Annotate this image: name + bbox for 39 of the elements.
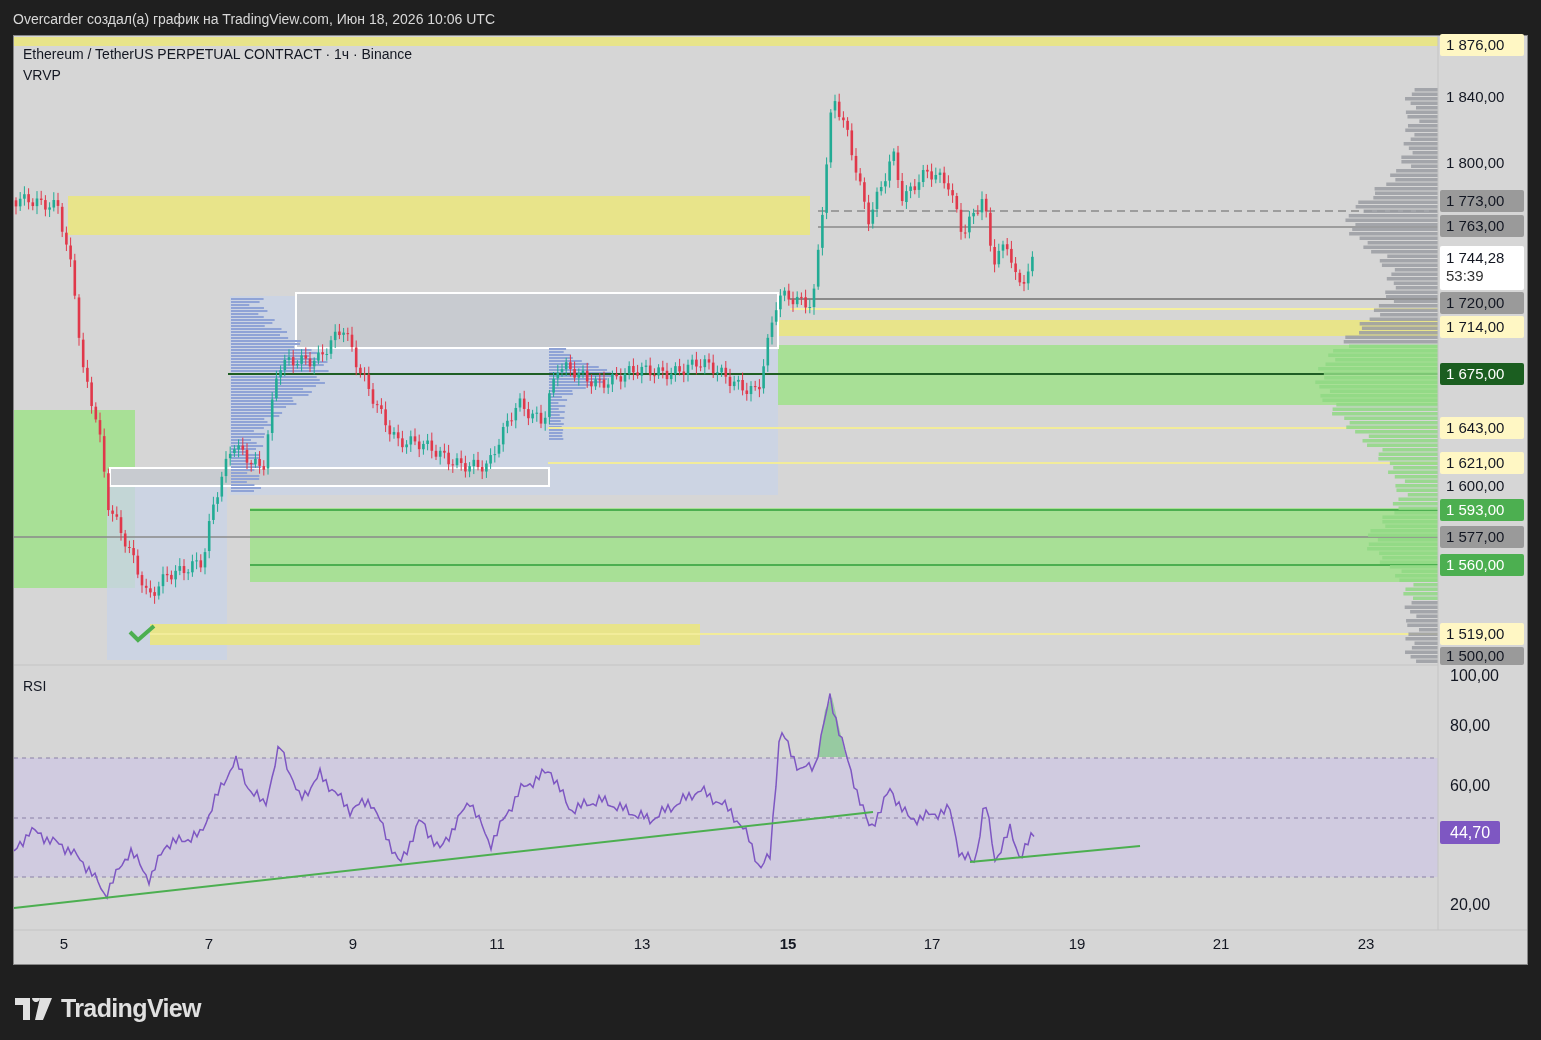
logo-text: TradingView	[61, 993, 201, 1024]
time-label: 17	[922, 935, 942, 953]
price-label: 1 800,00	[1446, 154, 1505, 172]
price-badge: 1 720,00	[1440, 292, 1524, 314]
time-label: 13	[632, 935, 652, 953]
price-badge: 1 593,00	[1440, 499, 1524, 521]
time-label: 19	[1067, 935, 1087, 953]
time-label: 11	[488, 935, 506, 953]
price-badge: 1 773,00	[1440, 190, 1524, 212]
price-badge: 1 714,00	[1440, 316, 1524, 338]
time-label: 15	[778, 935, 798, 953]
logo-icon	[15, 997, 53, 1020]
price-badge: 1 577,00	[1440, 526, 1524, 548]
time-label: 21	[1211, 935, 1231, 953]
price-badge: 1 763,00	[1440, 215, 1524, 237]
rsi-label: 80,00	[1450, 717, 1491, 735]
time-label: 7	[203, 935, 215, 953]
symbol-title: Ethereum / TetherUS PERPETUAL CONTRACT · 1ч · Binance	[23, 45, 413, 64]
price-badge: 1 876,00	[1440, 34, 1524, 56]
price-badge: 1 500,00	[1440, 647, 1524, 665]
time-label: 9	[347, 935, 359, 953]
price-label: 1 840,00	[1446, 88, 1505, 106]
rsi-label: 100,00	[1450, 667, 1499, 685]
price-badge: 1 519,00	[1440, 623, 1524, 645]
price-badge: 1 643,00	[1440, 417, 1524, 439]
rsi-label: 20,00	[1450, 896, 1491, 914]
rsi-value-badge: 44,70	[1440, 821, 1501, 844]
chart-caption: Overcarder создал(а) график на TradingView.com, Июн 18, 2026 10:06 UTC	[13, 10, 496, 29]
indicator-label: VRVP	[23, 66, 61, 85]
overbought-fill	[818, 697, 846, 757]
price-badge: 1 560,00	[1440, 554, 1524, 576]
time-label: 23	[1356, 935, 1376, 953]
price-badge: 1 744,28 53:39	[1440, 246, 1524, 290]
rsi-title: RSI	[23, 677, 47, 696]
rsi-label: 60,00	[1450, 777, 1491, 795]
price-badge: 1 675,00	[1440, 363, 1524, 385]
time-label: 5	[58, 935, 70, 953]
price-badge: 1 621,00	[1440, 452, 1524, 474]
price-label: 1 600,00	[1446, 477, 1505, 495]
